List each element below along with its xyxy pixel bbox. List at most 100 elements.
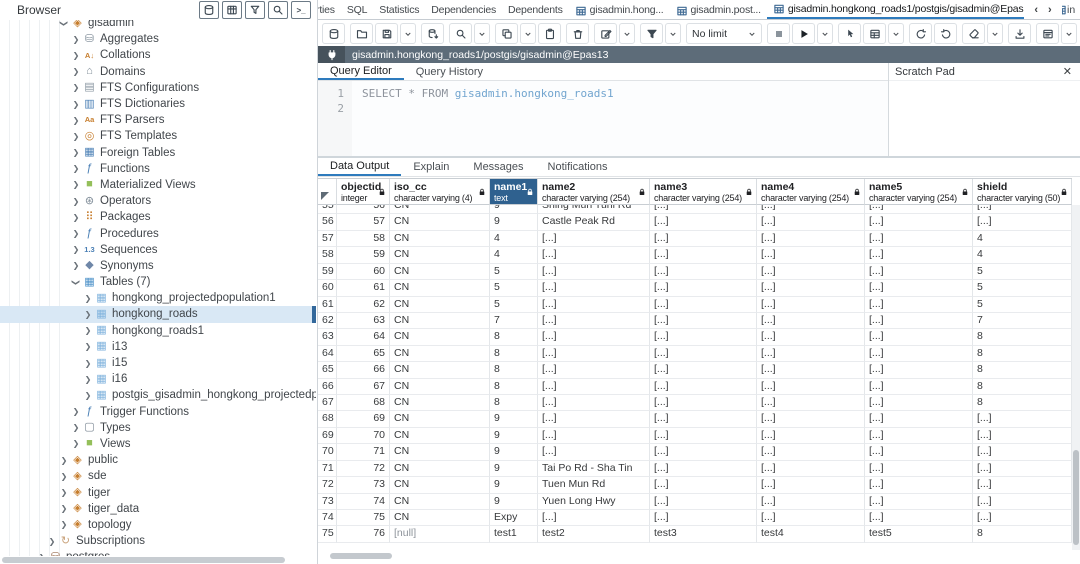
- table-cell[interactable]: test1: [490, 526, 538, 542]
- table-cell[interactable]: [...]: [538, 379, 650, 395]
- table-cell[interactable]: CN: [390, 395, 490, 411]
- table-cell[interactable]: [...]: [865, 313, 973, 329]
- chevron-collapsed-icon[interactable]: ❯: [70, 132, 82, 141]
- tree-item-i13[interactable]: ❯▦i13: [0, 339, 316, 355]
- execute-button[interactable]: [792, 23, 815, 44]
- table-cell[interactable]: 67: [337, 379, 390, 395]
- table-cell[interactable]: [...]: [650, 329, 757, 345]
- row-number-cell[interactable]: 72: [318, 477, 337, 493]
- edit-button[interactable]: [594, 23, 617, 44]
- chevron-collapsed-icon[interactable]: ❯: [70, 35, 82, 44]
- table-cell[interactable]: [...]: [757, 395, 865, 411]
- clear-button[interactable]: [962, 23, 985, 44]
- table-cell[interactable]: [...]: [865, 411, 973, 427]
- table-cell[interactable]: [...]: [757, 205, 865, 214]
- table-cell[interactable]: [...]: [757, 297, 865, 313]
- table-cell[interactable]: [...]: [650, 461, 757, 477]
- download-button[interactable]: [1008, 23, 1031, 44]
- view-data-button[interactable]: [222, 1, 242, 19]
- column-header-name2[interactable]: name2character varying (254): [538, 179, 650, 205]
- table-cell[interactable]: [...]: [757, 510, 865, 526]
- chevron-collapsed-icon[interactable]: ❯: [70, 423, 82, 432]
- sidebar-horizontal-scrollbar[interactable]: [2, 557, 291, 563]
- table-cell[interactable]: [...]: [757, 494, 865, 510]
- chevron-collapsed-icon[interactable]: ❯: [82, 294, 94, 303]
- table-cell[interactable]: 73: [337, 477, 390, 493]
- table-cell[interactable]: [...]: [650, 379, 757, 395]
- table-cell[interactable]: 59: [337, 247, 390, 263]
- tree-item-hongkong-projectedpopulation1[interactable]: ❯▦hongkong_projectedpopulation1: [0, 290, 316, 306]
- tab-dependencies[interactable]: Dependencies: [425, 0, 502, 19]
- explain-analyze-button[interactable]: [863, 23, 886, 44]
- table-cell[interactable]: CN: [390, 313, 490, 329]
- table-cell[interactable]: [...]: [538, 395, 650, 411]
- table-cell[interactable]: CN: [390, 214, 490, 230]
- tree-item-topology[interactable]: ❯◈topology: [0, 517, 316, 533]
- table-cell[interactable]: [...]: [538, 264, 650, 280]
- chevron-collapsed-icon[interactable]: ❯: [70, 116, 82, 125]
- table-cell[interactable]: 9: [490, 461, 538, 477]
- table-cell[interactable]: [...]: [757, 329, 865, 345]
- table-cell[interactable]: [...]: [757, 280, 865, 296]
- save-dropdown-button[interactable]: [400, 23, 416, 44]
- table-cell[interactable]: [...]: [865, 264, 973, 280]
- save-data-changes-button[interactable]: [421, 23, 444, 44]
- table-cell[interactable]: [...]: [650, 346, 757, 362]
- table-cell[interactable]: 61: [337, 280, 390, 296]
- table-cell[interactable]: [...]: [650, 444, 757, 460]
- chevron-collapsed-icon[interactable]: ❯: [82, 326, 94, 335]
- table-cell[interactable]: 9: [490, 477, 538, 493]
- table-cell[interactable]: [...]: [973, 494, 1072, 510]
- table-cell[interactable]: CN: [390, 264, 490, 280]
- grid-select-all-corner[interactable]: [318, 179, 337, 205]
- table-cell[interactable]: CN: [390, 362, 490, 378]
- row-number-cell[interactable]: 56: [318, 214, 337, 230]
- tab-gisadmin-hongkong-roads1-postgis-gisadmin-epas13[interactable]: gisadmin.hongkong_roads1/postgis/gisadmi…: [767, 0, 1024, 19]
- table-cell[interactable]: [...]: [650, 428, 757, 444]
- table-cell[interactable]: 8: [490, 362, 538, 378]
- table-cell[interactable]: 74: [337, 494, 390, 510]
- table-cell[interactable]: 63: [337, 313, 390, 329]
- row-number-cell[interactable]: 60: [318, 280, 337, 296]
- table-cell[interactable]: CN: [390, 280, 490, 296]
- table-cell[interactable]: CN: [390, 444, 490, 460]
- tree-item-postgres[interactable]: ❯⛁postgres: [0, 549, 316, 556]
- table-cell[interactable]: CN: [390, 428, 490, 444]
- tab-statistics[interactable]: Statistics: [373, 0, 425, 19]
- scrollbar-thumb[interactable]: [1073, 450, 1079, 545]
- table-cell[interactable]: CN: [390, 346, 490, 362]
- table-cell[interactable]: [...]: [538, 313, 650, 329]
- explain-button[interactable]: [838, 23, 861, 44]
- tree-item-synonyms[interactable]: ❯◆Synonyms: [0, 258, 316, 274]
- tree-item-operators[interactable]: ❯⊛Operators: [0, 193, 316, 209]
- table-cell[interactable]: [...]: [650, 510, 757, 526]
- table-cell[interactable]: CN: [390, 461, 490, 477]
- table-cell[interactable]: 8: [490, 395, 538, 411]
- tab-gisadmin-post[interactable]: gisadmin.post...: [670, 0, 767, 19]
- row-number-cell[interactable]: 71: [318, 461, 337, 477]
- chevron-collapsed-icon[interactable]: ❯: [70, 164, 82, 173]
- chevron-collapsed-icon[interactable]: ❯: [36, 553, 48, 556]
- table-cell[interactable]: [...]: [757, 231, 865, 247]
- table-cell[interactable]: [...]: [650, 477, 757, 493]
- tree-item-domains[interactable]: ❯⌂Domains: [0, 64, 316, 80]
- edit-dropdown-button[interactable]: [619, 23, 635, 44]
- table-cell[interactable]: 56: [337, 205, 390, 214]
- tab-properties[interactable]: Properties: [318, 0, 341, 19]
- table-cell[interactable]: [...]: [538, 346, 650, 362]
- table-cell[interactable]: 62: [337, 297, 390, 313]
- column-header-name4[interactable]: name4character varying (254): [757, 179, 865, 205]
- table-cell[interactable]: [...]: [650, 231, 757, 247]
- filter-button[interactable]: [640, 23, 663, 44]
- row-number-cell[interactable]: 68: [318, 411, 337, 427]
- tree-item-packages[interactable]: ❯⠿Packages: [0, 209, 316, 225]
- tree-item-foreign-tables[interactable]: ❯▦Foreign Tables: [0, 145, 316, 161]
- table-cell[interactable]: CN: [390, 477, 490, 493]
- table-cell[interactable]: test3: [650, 526, 757, 542]
- query-editor[interactable]: 12 SELECT * FROM gisadmin.hongkong_roads…: [318, 81, 888, 156]
- table-cell[interactable]: [...]: [650, 297, 757, 313]
- table-cell[interactable]: test2: [538, 526, 650, 542]
- chevron-collapsed-icon[interactable]: ❯: [70, 83, 82, 92]
- table-cell[interactable]: [...]: [973, 461, 1072, 477]
- chevron-collapsed-icon[interactable]: ❯: [58, 520, 70, 529]
